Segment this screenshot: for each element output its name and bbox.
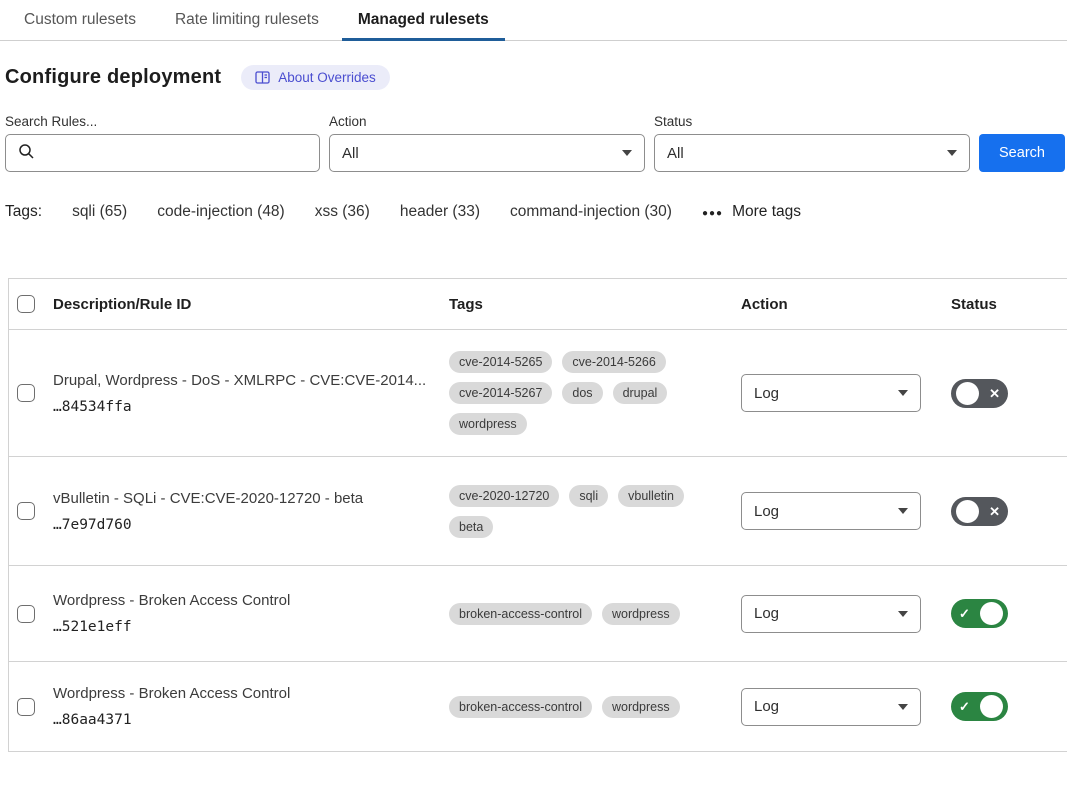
status-filter-label: Status [654,114,970,129]
column-header-description: Description/Rule ID [53,296,449,313]
tag-pill: cve-2020-12720 [449,485,559,507]
status-toggle-on[interactable]: ✓ [951,692,1008,721]
row-action-value: Log [754,503,779,520]
row-action-select[interactable]: Log [741,688,921,726]
check-icon: ✓ [956,607,973,620]
tag-filter-xss[interactable]: xss (36) [315,203,370,221]
tab-rate-limiting-rulesets[interactable]: Rate limiting rulesets [159,0,335,41]
row-action-value: Log [754,605,779,622]
about-overrides-link[interactable]: About Overrides [241,65,390,90]
status-filter: Status All [654,114,970,172]
status-filter-value: All [667,145,684,162]
search-rules-filter: Search Rules... [5,114,320,172]
table-header-row: Description/Rule ID Tags Action Status [9,279,1067,330]
status-toggle-on[interactable]: ✓ [951,599,1008,628]
table-row: Wordpress - Broken Access Control …86aa4… [9,662,1067,752]
tags-bar: Tags: sqli (65) code-injection (48) xss … [5,203,1067,221]
chevron-down-icon [898,508,908,514]
tag-pill: broken-access-control [449,696,592,718]
row-action-select[interactable]: Log [741,492,921,530]
toggle-knob [956,382,979,405]
toggle-knob [980,602,1003,625]
search-button[interactable]: Search [979,134,1065,172]
column-header-tags: Tags [449,296,741,313]
tag-pill: wordpress [602,603,680,625]
chevron-down-icon [947,150,957,156]
tag-pill: cve-2014-5267 [449,382,552,404]
rule-description: Wordpress - Broken Access Control [53,685,429,702]
tab-bar: Custom rulesets Rate limiting rulesets M… [0,0,1067,41]
x-icon: ✕ [986,387,1003,400]
tags-label: Tags: [5,203,42,221]
table-row: vBulletin - SQLi - CVE:CVE-2020-12720 - … [9,457,1067,566]
chevron-down-icon [898,390,908,396]
more-tags-button[interactable]: ●●● More tags [702,203,801,221]
page-title: Configure deployment [5,66,221,89]
toggle-knob [980,695,1003,718]
book-icon [255,71,270,84]
status-filter-select[interactable]: All [654,134,970,172]
row-action-value: Log [754,698,779,715]
row-action-value: Log [754,385,779,402]
chevron-down-icon [898,704,908,710]
tag-pill: sqli [569,485,608,507]
rule-id: …7e97d760 [53,517,429,533]
tag-pill: vbulletin [618,485,684,507]
select-all-checkbox[interactable] [17,295,35,313]
tag-pill: beta [449,516,493,538]
x-icon: ✕ [986,505,1003,518]
rule-description: Wordpress - Broken Access Control [53,592,429,609]
tag-filter-sqli[interactable]: sqli (65) [72,203,127,221]
status-toggle-off[interactable]: ✕ [951,497,1008,526]
table-row: Drupal, Wordpress - DoS - XMLRPC - CVE:C… [9,330,1067,457]
status-toggle-off[interactable]: ✕ [951,379,1008,408]
tag-pill: wordpress [449,413,527,435]
chevron-down-icon [622,150,632,156]
rule-id: …84534ffa [53,399,429,415]
row-action-select[interactable]: Log [741,374,921,412]
rule-id: …521e1eff [53,619,429,635]
column-header-status: Status [941,296,1067,313]
more-tags-label: More tags [732,203,801,221]
row-checkbox[interactable] [17,698,35,716]
table-row: Wordpress - Broken Access Control …521e1… [9,566,1067,662]
action-filter: Action All [329,114,645,172]
tag-pill: broken-access-control [449,603,592,625]
tab-custom-rulesets[interactable]: Custom rulesets [8,0,152,41]
action-filter-value: All [342,145,359,162]
tag-pill: dos [562,382,602,404]
tag-pill: cve-2014-5265 [449,351,552,373]
action-filter-select[interactable]: All [329,134,645,172]
tag-filter-command-injection[interactable]: command-injection (30) [510,203,672,221]
tab-managed-rulesets[interactable]: Managed rulesets [342,0,505,41]
tag-filter-code-injection[interactable]: code-injection (48) [157,203,285,221]
page-header: Configure deployment About Overrides [5,65,1067,90]
search-rules-label: Search Rules... [5,114,320,129]
row-action-select[interactable]: Log [741,595,921,633]
check-icon: ✓ [956,700,973,713]
search-rules-input[interactable] [5,134,320,172]
select-all-cell [9,295,53,313]
tag-pill: cve-2014-5266 [562,351,665,373]
toggle-knob [956,500,979,523]
row-checkbox[interactable] [17,502,35,520]
action-filter-label: Action [329,114,645,129]
rules-table: Description/Rule ID Tags Action Status D… [8,278,1067,752]
filter-bar: Search Rules... Action All Status [5,114,1067,172]
tag-pill: drupal [613,382,668,404]
row-checkbox[interactable] [17,384,35,402]
row-checkbox[interactable] [17,605,35,623]
tag-filter-header[interactable]: header (33) [400,203,480,221]
column-header-action: Action [741,296,941,313]
rule-description: vBulletin - SQLi - CVE:CVE-2020-12720 - … [53,490,429,507]
chevron-down-icon [898,611,908,617]
ellipsis-icon: ●●● [702,208,723,219]
rule-description: Drupal, Wordpress - DoS - XMLRPC - CVE:C… [53,372,429,389]
search-icon [18,143,35,164]
about-overrides-label: About Overrides [278,70,376,85]
rule-id: …86aa4371 [53,712,429,728]
tag-pill: wordpress [602,696,680,718]
